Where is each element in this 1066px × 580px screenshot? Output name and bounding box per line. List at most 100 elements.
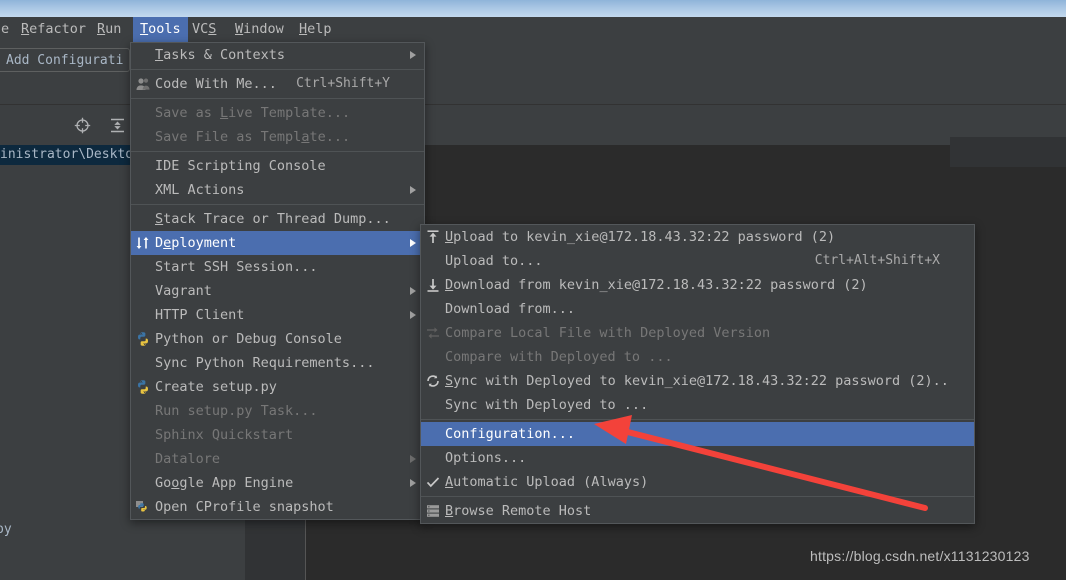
menu-item-save-file-as-template: Save File as Template... xyxy=(131,125,424,149)
menubar-item-tools[interactable]: Tools xyxy=(133,17,188,42)
none xyxy=(421,345,445,369)
menu-item-google-app-engine[interactable]: Google App Engine xyxy=(131,471,424,495)
deployment-submenu-dropdown[interactable]: Upload to kevin_xie@172.18.43.32:22 pass… xyxy=(420,224,975,524)
menu-item-ide-scripting-console[interactable]: IDE Scripting Console xyxy=(131,154,424,178)
chevron-right-icon xyxy=(402,186,424,194)
menu-item-configuration[interactable]: Configuration... xyxy=(421,422,974,446)
people-icon xyxy=(131,72,155,96)
none xyxy=(131,101,155,125)
watermark-url: https://blog.csdn.net/x1131230123 xyxy=(810,548,1030,564)
none xyxy=(131,279,155,303)
none xyxy=(131,125,155,149)
menu-item-label: Browse Remote Host xyxy=(445,503,592,519)
menu-item-label: Compare Local File with Deployed Version xyxy=(445,325,771,341)
menu-item-compare-with-deployed-to: Compare with Deployed to ... xyxy=(421,345,974,369)
menu-item-create-setup-py[interactable]: Create setup.py xyxy=(131,375,424,399)
bottom-file-label: py xyxy=(0,522,12,537)
menu-item-label: Sync with Deployed to ... xyxy=(445,397,649,413)
menu-item-open-cprofile-snapshot[interactable]: Open CProfile snapshot xyxy=(131,495,424,519)
menu-item-label: Datalore xyxy=(155,451,221,467)
project-panel-background xyxy=(0,165,130,525)
menu-item-http-client[interactable]: HTTP Client xyxy=(131,303,424,327)
menu-item-label: Automatic Upload (Always) xyxy=(445,474,649,490)
compare-icon xyxy=(421,321,445,345)
menu-item-sync-python-requirements[interactable]: Sync Python Requirements... xyxy=(131,351,424,375)
menu-item-python-or-debug-console[interactable]: Python or Debug Console xyxy=(131,327,424,351)
menu-item-label: Sync with Deployed to kevin_xie@172.18.4… xyxy=(445,373,952,389)
none xyxy=(131,43,155,67)
python-file-icon xyxy=(131,375,155,399)
menu-item-shortcut: Ctrl+Alt+Shift+X xyxy=(814,253,940,268)
none xyxy=(131,471,155,495)
menu-item-upload-to[interactable]: Upload to... Ctrl+Alt+Shift+X xyxy=(421,249,974,273)
menu-item-label: Code With Me... xyxy=(155,76,277,92)
menu-item-shortcut: Ctrl+Shift+Y xyxy=(296,76,390,91)
collapse-all-icon[interactable] xyxy=(109,117,126,134)
menu-item-upload-to-kevin-xie-172-18-43-32-22-pass[interactable]: Upload to kevin_xie@172.18.43.32:22 pass… xyxy=(421,225,974,249)
menu-item-label: XML Actions xyxy=(155,182,245,198)
locate-target-icon[interactable] xyxy=(74,117,91,134)
menu-separator xyxy=(131,69,424,70)
menu-item-download-from-kevin-xie-172-18-43-32-22-[interactable]: Download from kevin_xie@172.18.43.32:22 … xyxy=(421,273,974,297)
none xyxy=(131,255,155,279)
menu-separator xyxy=(131,204,424,205)
menu-item-label: Tasks & Contexts xyxy=(155,47,286,63)
add-configuration-button[interactable]: Add Configurati xyxy=(0,48,130,72)
menu-item-label: Configuration... xyxy=(445,426,576,442)
menu-item-stack-trace-or-thread-dump[interactable]: Stack Trace or Thread Dump... xyxy=(131,207,424,231)
menu-item-browse-remote-host[interactable]: Browse Remote Host xyxy=(421,499,974,523)
menu-item-label: Save as Live Template... xyxy=(155,105,351,121)
none xyxy=(421,393,445,417)
menu-item-label: Open CProfile snapshot xyxy=(155,499,334,515)
menu-item-label: Upload to... xyxy=(445,253,543,269)
menu-item-label: Run setup.py Task... xyxy=(155,403,318,419)
menu-item-label: Sphinx Quickstart xyxy=(155,427,294,443)
menu-item-label: Save File as Template... xyxy=(155,129,351,145)
menu-item-automatic-upload-always[interactable]: Automatic Upload (Always) xyxy=(421,470,974,494)
menu-item-run-setup-py-task: Run setup.py Task... xyxy=(131,399,424,423)
deployment-icon xyxy=(131,231,155,255)
menu-item-deployment[interactable]: Deployment xyxy=(131,231,424,255)
menu-item-start-ssh-session[interactable]: Start SSH Session... xyxy=(131,255,424,279)
menubar-item-vcs[interactable]: VCS xyxy=(185,17,223,42)
window-titlebar xyxy=(0,0,1066,17)
menu-item-options[interactable]: Options... xyxy=(421,446,974,470)
menu-item-download-from[interactable]: Download from... xyxy=(421,297,974,321)
menubar-item-help[interactable]: Help xyxy=(292,17,339,42)
right-panel-strip-1 xyxy=(950,137,1066,167)
none xyxy=(421,297,445,321)
menu-item-label: Download from... xyxy=(445,301,576,317)
upload-icon xyxy=(421,225,445,249)
menubar-item-refactor[interactable]: Refactor xyxy=(14,17,93,42)
cprofile-icon xyxy=(131,495,155,519)
none xyxy=(131,178,155,202)
menu-item-tasks-contexts[interactable]: Tasks & Contexts xyxy=(131,43,424,67)
menu-item-label: Python or Debug Console xyxy=(155,331,342,347)
menu-item-label: Compare with Deployed to ... xyxy=(445,349,673,365)
none xyxy=(131,399,155,423)
menubar-item-run[interactable]: Run xyxy=(90,17,128,42)
menu-item-code-with-me[interactable]: Code With Me... Ctrl+Shift+Y xyxy=(131,72,424,96)
menu-bar: e Refactor Run Tools VCS Window Help xyxy=(0,17,1066,42)
menu-item-xml-actions[interactable]: XML Actions xyxy=(131,178,424,202)
menu-item-label: Start SSH Session... xyxy=(155,259,318,275)
menu-item-sync-with-deployed-to[interactable]: Sync with Deployed to ... xyxy=(421,393,974,417)
tools-menu-dropdown[interactable]: Tasks & Contexts Code With Me... Ctrl+Shif… xyxy=(130,42,425,520)
menu-separator xyxy=(421,496,974,497)
check-icon xyxy=(421,470,445,494)
menu-item-label: HTTP Client xyxy=(155,307,245,323)
menu-item-vagrant[interactable]: Vagrant xyxy=(131,279,424,303)
menu-item-label: Deployment xyxy=(155,235,237,251)
menu-item-label: Stack Trace or Thread Dump... xyxy=(155,211,391,227)
menubar-item-window[interactable]: Window xyxy=(228,17,291,42)
menu-item-datalore: Datalore xyxy=(131,447,424,471)
none xyxy=(421,446,445,470)
menu-item-label: Create setup.py xyxy=(155,379,277,395)
none xyxy=(131,154,155,178)
none xyxy=(131,207,155,231)
sync-icon xyxy=(421,369,445,393)
menu-item-sync-with-deployed-to-kevin-xie-172-18-4[interactable]: Sync with Deployed to kevin_xie@172.18.4… xyxy=(421,369,974,393)
chevron-right-icon xyxy=(402,51,424,59)
project-tree-selected-item[interactable]: inistrator\Desktop xyxy=(0,145,130,165)
menu-separator xyxy=(421,419,974,420)
